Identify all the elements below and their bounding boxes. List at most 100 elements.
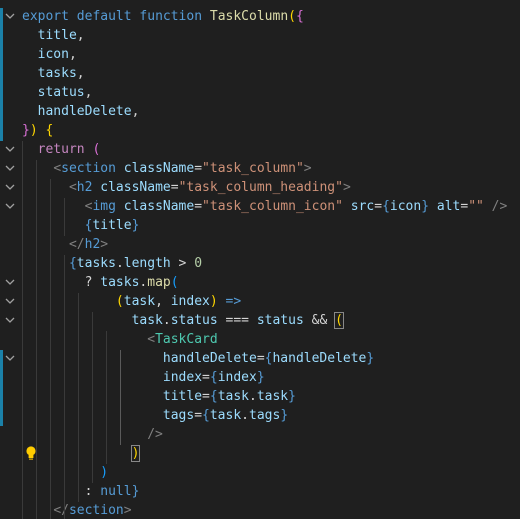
gutter [0,0,20,519]
code-token: handleDelete [162,351,257,366]
code-token: null [100,484,132,499]
code-token: handleDelete [272,351,367,366]
code-line[interactable]: tags={task.tags} [22,406,288,425]
code-line[interactable]: task.status === status && ( [22,311,344,330]
code-line[interactable]: {tasks.length > 0 [22,254,202,273]
code-line[interactable]: <TaskCard [22,330,217,349]
chevron-down-icon[interactable] [4,352,16,364]
code-token: src [350,199,375,214]
code-token: index [162,370,203,385]
code-token: alt [436,199,461,214]
code-line[interactable]: icon, [22,45,77,64]
chevron-down-icon[interactable] [4,295,16,307]
code-line[interactable]: title, [22,26,85,45]
chevron-down-icon[interactable] [4,181,16,193]
code-line[interactable]: ) [22,444,141,463]
chevron-down-icon[interactable] [4,10,16,22]
code-token: > [303,161,312,176]
code-token: = [202,370,210,385]
chevron-down-icon[interactable] [4,314,16,326]
indent-guide [92,312,94,483]
code-token: === [217,313,257,328]
code-line[interactable]: </section> [22,501,131,519]
code-line[interactable]: <section className="task_column"> [22,159,312,178]
code-line[interactable]: ? tasks.map( [22,273,179,292]
code-token: "task_column_heading" [178,180,343,195]
code-line[interactable]: </h2> [22,235,108,254]
code-line[interactable]: title={task.task} [22,387,296,406]
code-editor[interactable]: export default function TaskColumn({ tit… [0,0,520,519]
code-line[interactable]: : null} [22,482,140,501]
code-token: title [37,28,77,43]
code-token: } [421,199,430,214]
code-line[interactable]: handleDelete={handleDelete} [22,349,374,368]
code-line[interactable]: export default function TaskColumn({ [22,7,304,26]
indent-guide [64,255,66,519]
code-token: h2 [84,237,101,252]
code-token: ) [100,465,109,480]
code-token: "task_column" [202,161,304,176]
code-token: "" [468,199,484,214]
code-token: </ [53,503,69,518]
code-line[interactable]: tasks, [22,64,85,83]
code-token: className [100,180,171,195]
code-line[interactable]: return ( [22,140,101,159]
code-line[interactable]: (task, index) => [22,292,241,311]
code-line[interactable]: index={index} [22,368,265,387]
code-token: = [194,161,203,176]
code-token: status [37,85,85,100]
code-token: , [155,294,171,309]
code-token: ) [130,445,141,462]
chevron-down-icon[interactable] [4,276,16,288]
code-token: = [194,199,203,214]
code-line[interactable]: <img className="task_column_icon" src={i… [22,197,508,216]
code-line[interactable]: }) { [22,121,53,140]
code-token: ( [334,312,344,329]
code-line[interactable]: <h2 className="task_column_heading"> [22,178,351,197]
code-token: className [123,161,195,176]
code-token: . [115,256,124,271]
code-token: h2 [76,180,93,195]
chevron-down-icon[interactable] [4,162,16,174]
code-token: section [68,503,124,518]
code-token: default [76,9,132,24]
chevron-down-icon[interactable] [4,143,16,155]
code-token: } [256,370,265,385]
code-token: . [249,389,257,404]
code-token: > [170,256,195,271]
code-token: ) [29,123,38,138]
code-token: = [374,199,383,214]
code-line[interactable]: {title} [22,216,140,235]
code-token: length [123,256,171,271]
chevron-down-icon[interactable] [4,200,16,212]
code-token: ? [84,275,101,290]
code-token: task [123,294,156,309]
code-token: img [92,199,116,214]
code-token: > [100,237,109,252]
code-token: { [209,389,218,404]
code-token: tasks [76,256,116,271]
code-token: && [303,313,336,328]
indent-guide [78,293,80,502]
code-token: export [22,9,69,24]
code-token: } [288,389,296,404]
code-token: task [131,313,163,328]
code-token: , [76,28,85,43]
code-line[interactable]: handleDelete, [22,102,140,121]
code-line[interactable]: status, [22,83,93,102]
code-token: className [123,199,195,214]
lightbulb-icon[interactable] [24,445,38,461]
